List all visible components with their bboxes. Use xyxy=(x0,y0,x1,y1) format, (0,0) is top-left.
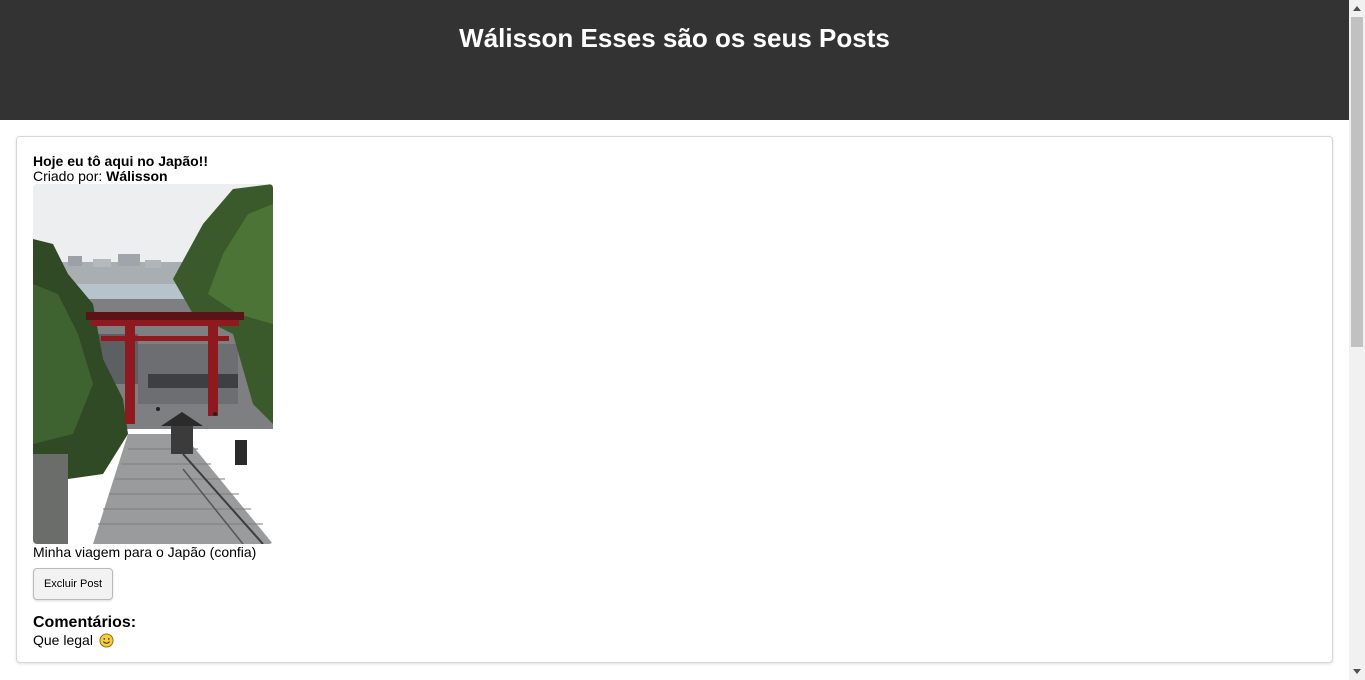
post-title: Hoje eu tô aqui no Japão!! xyxy=(33,153,209,169)
scroll-thumb[interactable] xyxy=(1351,17,1363,347)
author-prefix: Criado por: xyxy=(33,168,103,184)
page-title: Wálisson Esses são os seus Posts xyxy=(459,23,890,53)
site-header: Wálisson Esses são os seus Posts xyxy=(0,0,1349,120)
page-content: Wálisson Esses são os seus Posts Hoje eu… xyxy=(0,0,1349,680)
scroll-up-arrow-icon[interactable] xyxy=(1353,6,1361,11)
browser-viewport: Wálisson Esses são os seus Posts Hoje eu… xyxy=(0,0,1365,680)
posts-list: Hoje eu tô aqui no Japão!! Criado por: W… xyxy=(0,120,1349,663)
scroll-down-arrow-icon[interactable] xyxy=(1353,669,1361,674)
vertical-scrollbar[interactable] xyxy=(1349,0,1365,680)
post-card: Hoje eu tô aqui no Japão!! Criado por: W… xyxy=(16,136,1333,663)
delete-post-button[interactable]: Excluir Post xyxy=(33,568,113,600)
post-image xyxy=(33,184,273,544)
post-caption: Minha viagem para o Japão (confia) xyxy=(33,544,257,560)
comments-heading: Comentários: xyxy=(33,614,137,631)
author-name: Wálisson xyxy=(106,168,168,184)
comment-item: Que legal xyxy=(33,632,1316,652)
smiling-face-emoji-icon xyxy=(99,633,114,652)
post-author: Criado por: Wálisson xyxy=(33,169,1316,184)
comment-text: Que legal xyxy=(33,632,93,648)
